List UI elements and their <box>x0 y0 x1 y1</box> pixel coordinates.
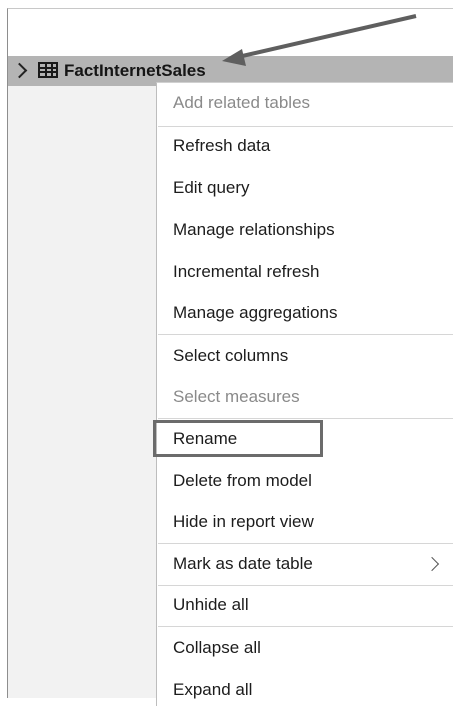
chevron-right-icon <box>424 556 440 572</box>
menu-separator <box>158 585 453 586</box>
menu-item-add-related-tables: Add related tables <box>173 93 311 112</box>
menu-item-mark-as-date-table[interactable]: Mark as date table <box>173 553 313 575</box>
menu-separator <box>158 126 453 127</box>
menu-separator <box>158 626 453 627</box>
menu-item-manage-relationships[interactable]: Manage relationships <box>173 219 335 241</box>
menu-item-incremental-refresh[interactable]: Incremental refresh <box>173 261 319 283</box>
menu-item-select-columns[interactable]: Select columns <box>173 345 288 367</box>
menu-separator <box>158 543 453 544</box>
menu-separator <box>158 418 453 419</box>
menu-item-refresh-data[interactable]: Refresh data <box>173 135 270 157</box>
menu-item-select-measures: Select measures <box>173 387 300 406</box>
menu-item-expand-all[interactable]: Expand all <box>173 679 252 701</box>
menu-item-hide-in-report-view[interactable]: Hide in report view <box>173 511 314 533</box>
menu-separator <box>158 334 453 335</box>
menu-item-collapse-all[interactable]: Collapse all <box>173 637 261 659</box>
menu-item-delete-from-model[interactable]: Delete from model <box>173 470 312 492</box>
menu-item-edit-query[interactable]: Edit query <box>173 177 250 199</box>
rename-highlight-box <box>153 420 323 457</box>
menu-item-unhide-all[interactable]: Unhide all <box>173 594 249 616</box>
context-menu: Add related tables Refresh data Edit que… <box>156 82 453 706</box>
menu-item-manage-aggregations[interactable]: Manage aggregations <box>173 302 337 324</box>
